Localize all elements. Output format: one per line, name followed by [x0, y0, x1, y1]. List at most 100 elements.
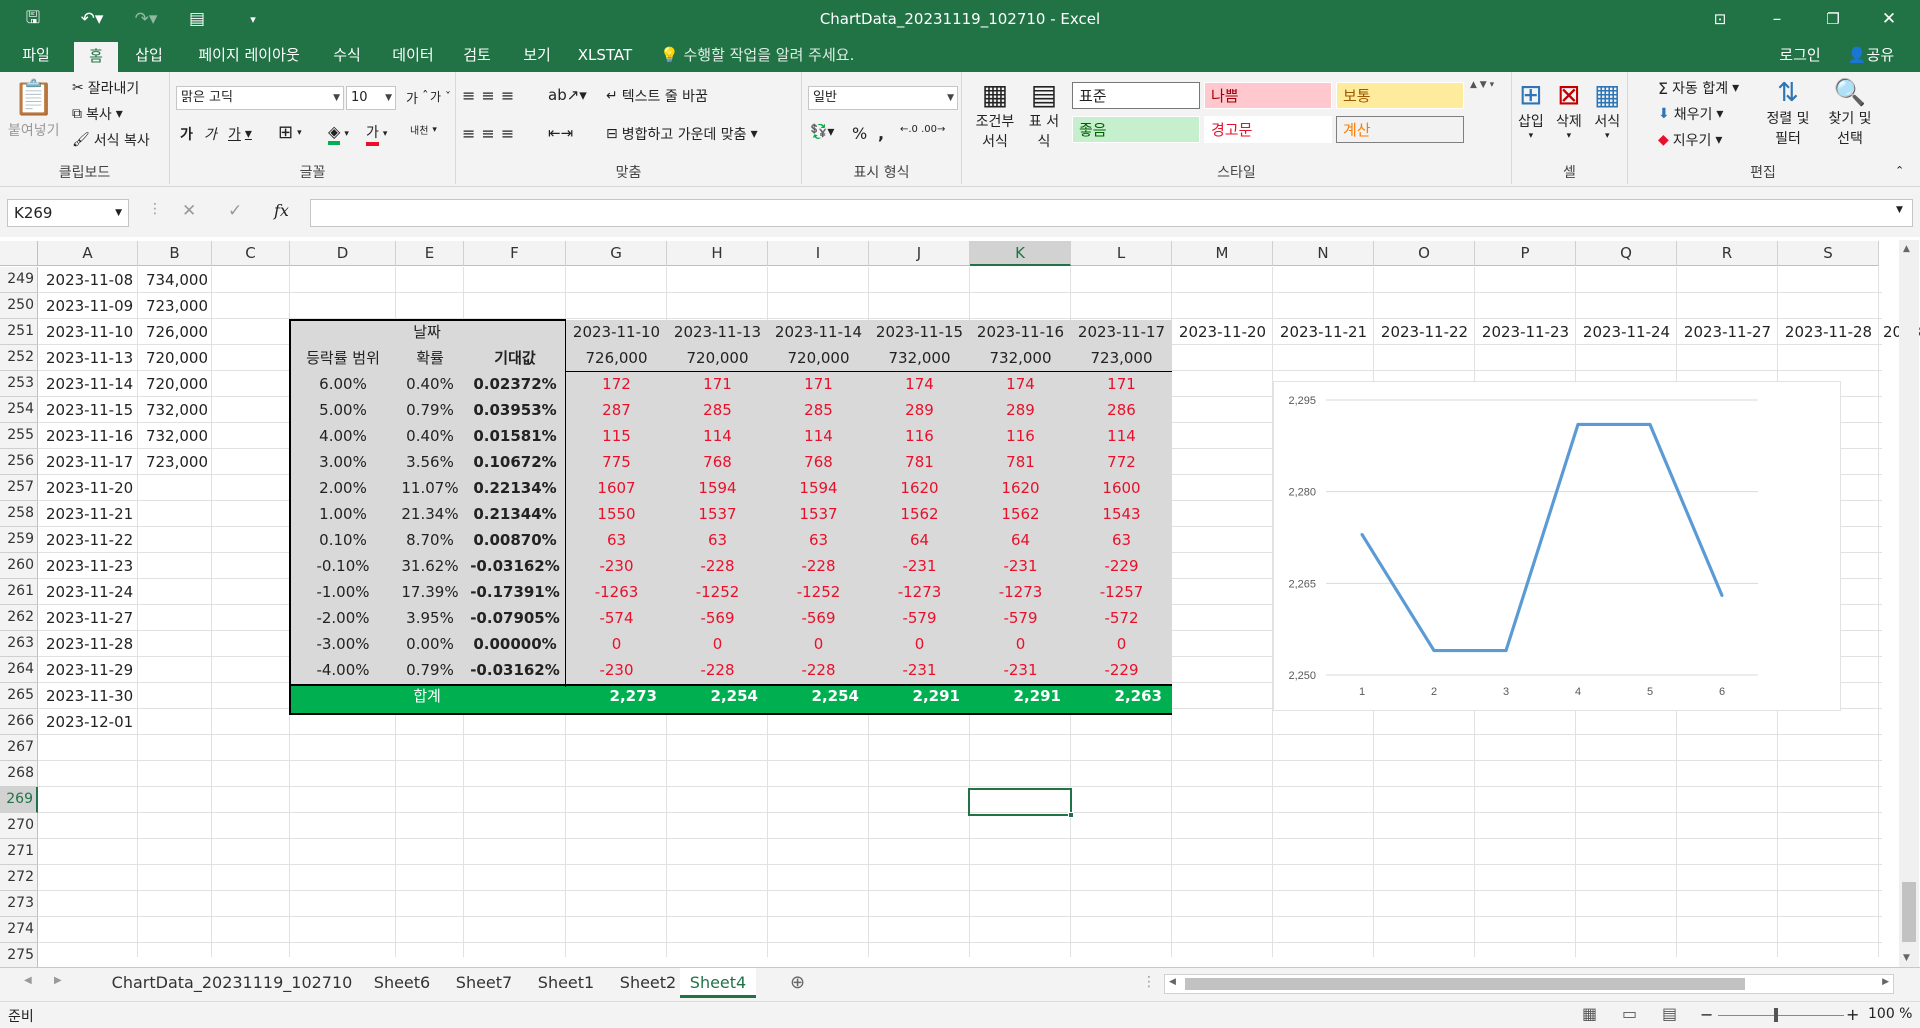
row-header-261[interactable]: 261: [0, 579, 38, 605]
range-cell[interactable]: 0.10%: [290, 527, 396, 553]
style-good[interactable]: 좋음: [1072, 116, 1200, 143]
value-cell[interactable]: 171: [768, 371, 869, 397]
enter-icon[interactable]: ✓: [228, 201, 242, 221]
row-header-274[interactable]: 274: [0, 917, 38, 943]
range-cell[interactable]: -1.00%: [290, 579, 396, 605]
value-cell[interactable]: 1543: [1071, 501, 1172, 527]
cell-a261[interactable]: 2023-11-24: [42, 579, 137, 605]
value-cell[interactable]: -579: [869, 605, 970, 631]
cut-button[interactable]: ✂ 잘라내기: [72, 78, 139, 98]
collapse-ribbon-icon[interactable]: ⌃: [1895, 164, 1904, 177]
style-normal[interactable]: 표준: [1072, 82, 1200, 109]
sum-label[interactable]: 합계: [290, 683, 564, 709]
row-header-258[interactable]: 258: [0, 501, 38, 527]
style-neutral[interactable]: 보통: [1336, 82, 1464, 109]
value-cell[interactable]: 772: [1071, 449, 1172, 475]
row-header-262[interactable]: 262: [0, 605, 38, 631]
range-cell[interactable]: -3.00%: [290, 631, 396, 657]
tab-file[interactable]: 파일: [10, 38, 62, 72]
row-header-259[interactable]: 259: [0, 527, 38, 553]
cell-b254[interactable]: 732,000: [138, 397, 212, 423]
column-header-c[interactable]: C: [212, 241, 290, 266]
date-header-8[interactable]: 2023-11-22: [1374, 319, 1475, 345]
value-cell[interactable]: 775: [566, 449, 667, 475]
tab-home[interactable]: 홈: [74, 42, 118, 72]
date-header-9[interactable]: 2023-11-23: [1475, 319, 1576, 345]
cell-a249[interactable]: 2023-11-08: [42, 267, 137, 293]
clear-button[interactable]: ◆ 지우기 ▾: [1658, 130, 1722, 150]
value-cell[interactable]: 64: [869, 527, 970, 553]
prob-cell[interactable]: 0.40%: [396, 423, 464, 449]
add-sheet-icon[interactable]: ⊕: [790, 972, 805, 993]
cell-a252[interactable]: 2023-11-13: [42, 345, 137, 371]
shrink-font-button[interactable]: 가ˇ: [430, 88, 451, 105]
scroll-thumb[interactable]: [1902, 882, 1916, 942]
date-header-5[interactable]: 2023-11-17: [1071, 319, 1172, 345]
table-header-prob[interactable]: 확률: [396, 345, 464, 371]
table-header-range[interactable]: 등락률 범위: [290, 345, 396, 371]
cell-a253[interactable]: 2023-11-14: [42, 371, 137, 397]
column-header-k[interactable]: K: [970, 241, 1071, 266]
cell-a266[interactable]: 2023-12-01: [42, 709, 137, 735]
value-cell[interactable]: 0: [970, 631, 1071, 657]
comma-button[interactable]: ,: [878, 124, 884, 143]
delete-cells-button[interactable]: ⊠ 삭제 ▾: [1556, 78, 1582, 141]
cell-b251[interactable]: 726,000: [138, 319, 212, 345]
prob-cell[interactable]: 0.40%: [396, 371, 464, 397]
insert-cells-button[interactable]: ⊞ 삽입 ▾: [1518, 78, 1544, 141]
merge-center-button[interactable]: ⊟ 병합하고 가운데 맞춤 ▾: [606, 124, 758, 144]
sheet-tab-sheet1[interactable]: Sheet1: [526, 968, 606, 998]
expected-cell[interactable]: -0.07905%: [464, 605, 566, 631]
cell-a255[interactable]: 2023-11-16: [42, 423, 137, 449]
value-cell[interactable]: 172: [566, 371, 667, 397]
cell-a251[interactable]: 2023-11-10: [42, 319, 137, 345]
value-cell[interactable]: -231: [970, 553, 1071, 579]
row-header-253[interactable]: 253: [0, 371, 38, 397]
value-cell[interactable]: -574: [566, 605, 667, 631]
page-break-view-icon[interactable]: ▤: [1662, 1004, 1677, 1023]
cell-a256[interactable]: 2023-11-17: [42, 449, 137, 475]
row-header-265[interactable]: 265: [0, 683, 38, 709]
row-header-250[interactable]: 250: [0, 293, 38, 319]
value-cell[interactable]: -230: [566, 657, 667, 683]
formula-input[interactable]: [310, 199, 1913, 227]
borders-icon[interactable]: ⊞ ▾: [278, 122, 302, 143]
value-cell[interactable]: -228: [667, 657, 768, 683]
value-cell[interactable]: 0: [1071, 631, 1172, 657]
value-cell[interactable]: 1620: [970, 475, 1071, 501]
range-cell[interactable]: 1.00%: [290, 501, 396, 527]
row-header-271[interactable]: 271: [0, 839, 38, 865]
row-header-260[interactable]: 260: [0, 553, 38, 579]
insert-function-button[interactable]: fx: [274, 201, 289, 220]
expected-cell[interactable]: 0.03953%: [464, 397, 566, 423]
value-cell[interactable]: -1252: [768, 579, 869, 605]
row-header-249[interactable]: 249: [0, 267, 38, 293]
value-cell[interactable]: 1594: [768, 475, 869, 501]
value-cell[interactable]: 768: [667, 449, 768, 475]
date-header-12[interactable]: 2023-11-28: [1778, 319, 1879, 345]
price-cell-3[interactable]: 732,000: [869, 345, 970, 371]
value-cell[interactable]: 1562: [970, 501, 1071, 527]
grow-font-button[interactable]: 가ˆ: [406, 88, 428, 107]
prob-cell[interactable]: 3.56%: [396, 449, 464, 475]
number-format-select[interactable]: 일반 ▼: [808, 86, 958, 110]
prob-cell[interactable]: 0.79%: [396, 397, 464, 423]
style-calc[interactable]: 계산: [1336, 116, 1464, 143]
paste-button[interactable]: 📋 붙여넣기: [8, 78, 60, 140]
select-all-corner[interactable]: [0, 241, 38, 266]
prob-cell[interactable]: 8.70%: [396, 527, 464, 553]
column-header-b[interactable]: B: [138, 241, 212, 266]
expected-cell[interactable]: 0.01581%: [464, 423, 566, 449]
value-cell[interactable]: 1537: [768, 501, 869, 527]
scroll-up-icon[interactable]: ▲: [1903, 244, 1910, 254]
format-cells-button[interactable]: ▦ 서식 ▾: [1594, 78, 1620, 141]
value-cell[interactable]: 1600: [1071, 475, 1172, 501]
minimize-icon[interactable]: –: [1762, 6, 1792, 32]
vertical-scrollbar[interactable]: ▲ ▼: [1899, 240, 1919, 967]
row-header-257[interactable]: 257: [0, 475, 38, 501]
value-cell[interactable]: 64: [970, 527, 1071, 553]
value-cell[interactable]: 1607: [566, 475, 667, 501]
value-cell[interactable]: 0: [869, 631, 970, 657]
table-header-date[interactable]: 날짜: [290, 319, 564, 345]
cell-a250[interactable]: 2023-11-09: [42, 293, 137, 319]
